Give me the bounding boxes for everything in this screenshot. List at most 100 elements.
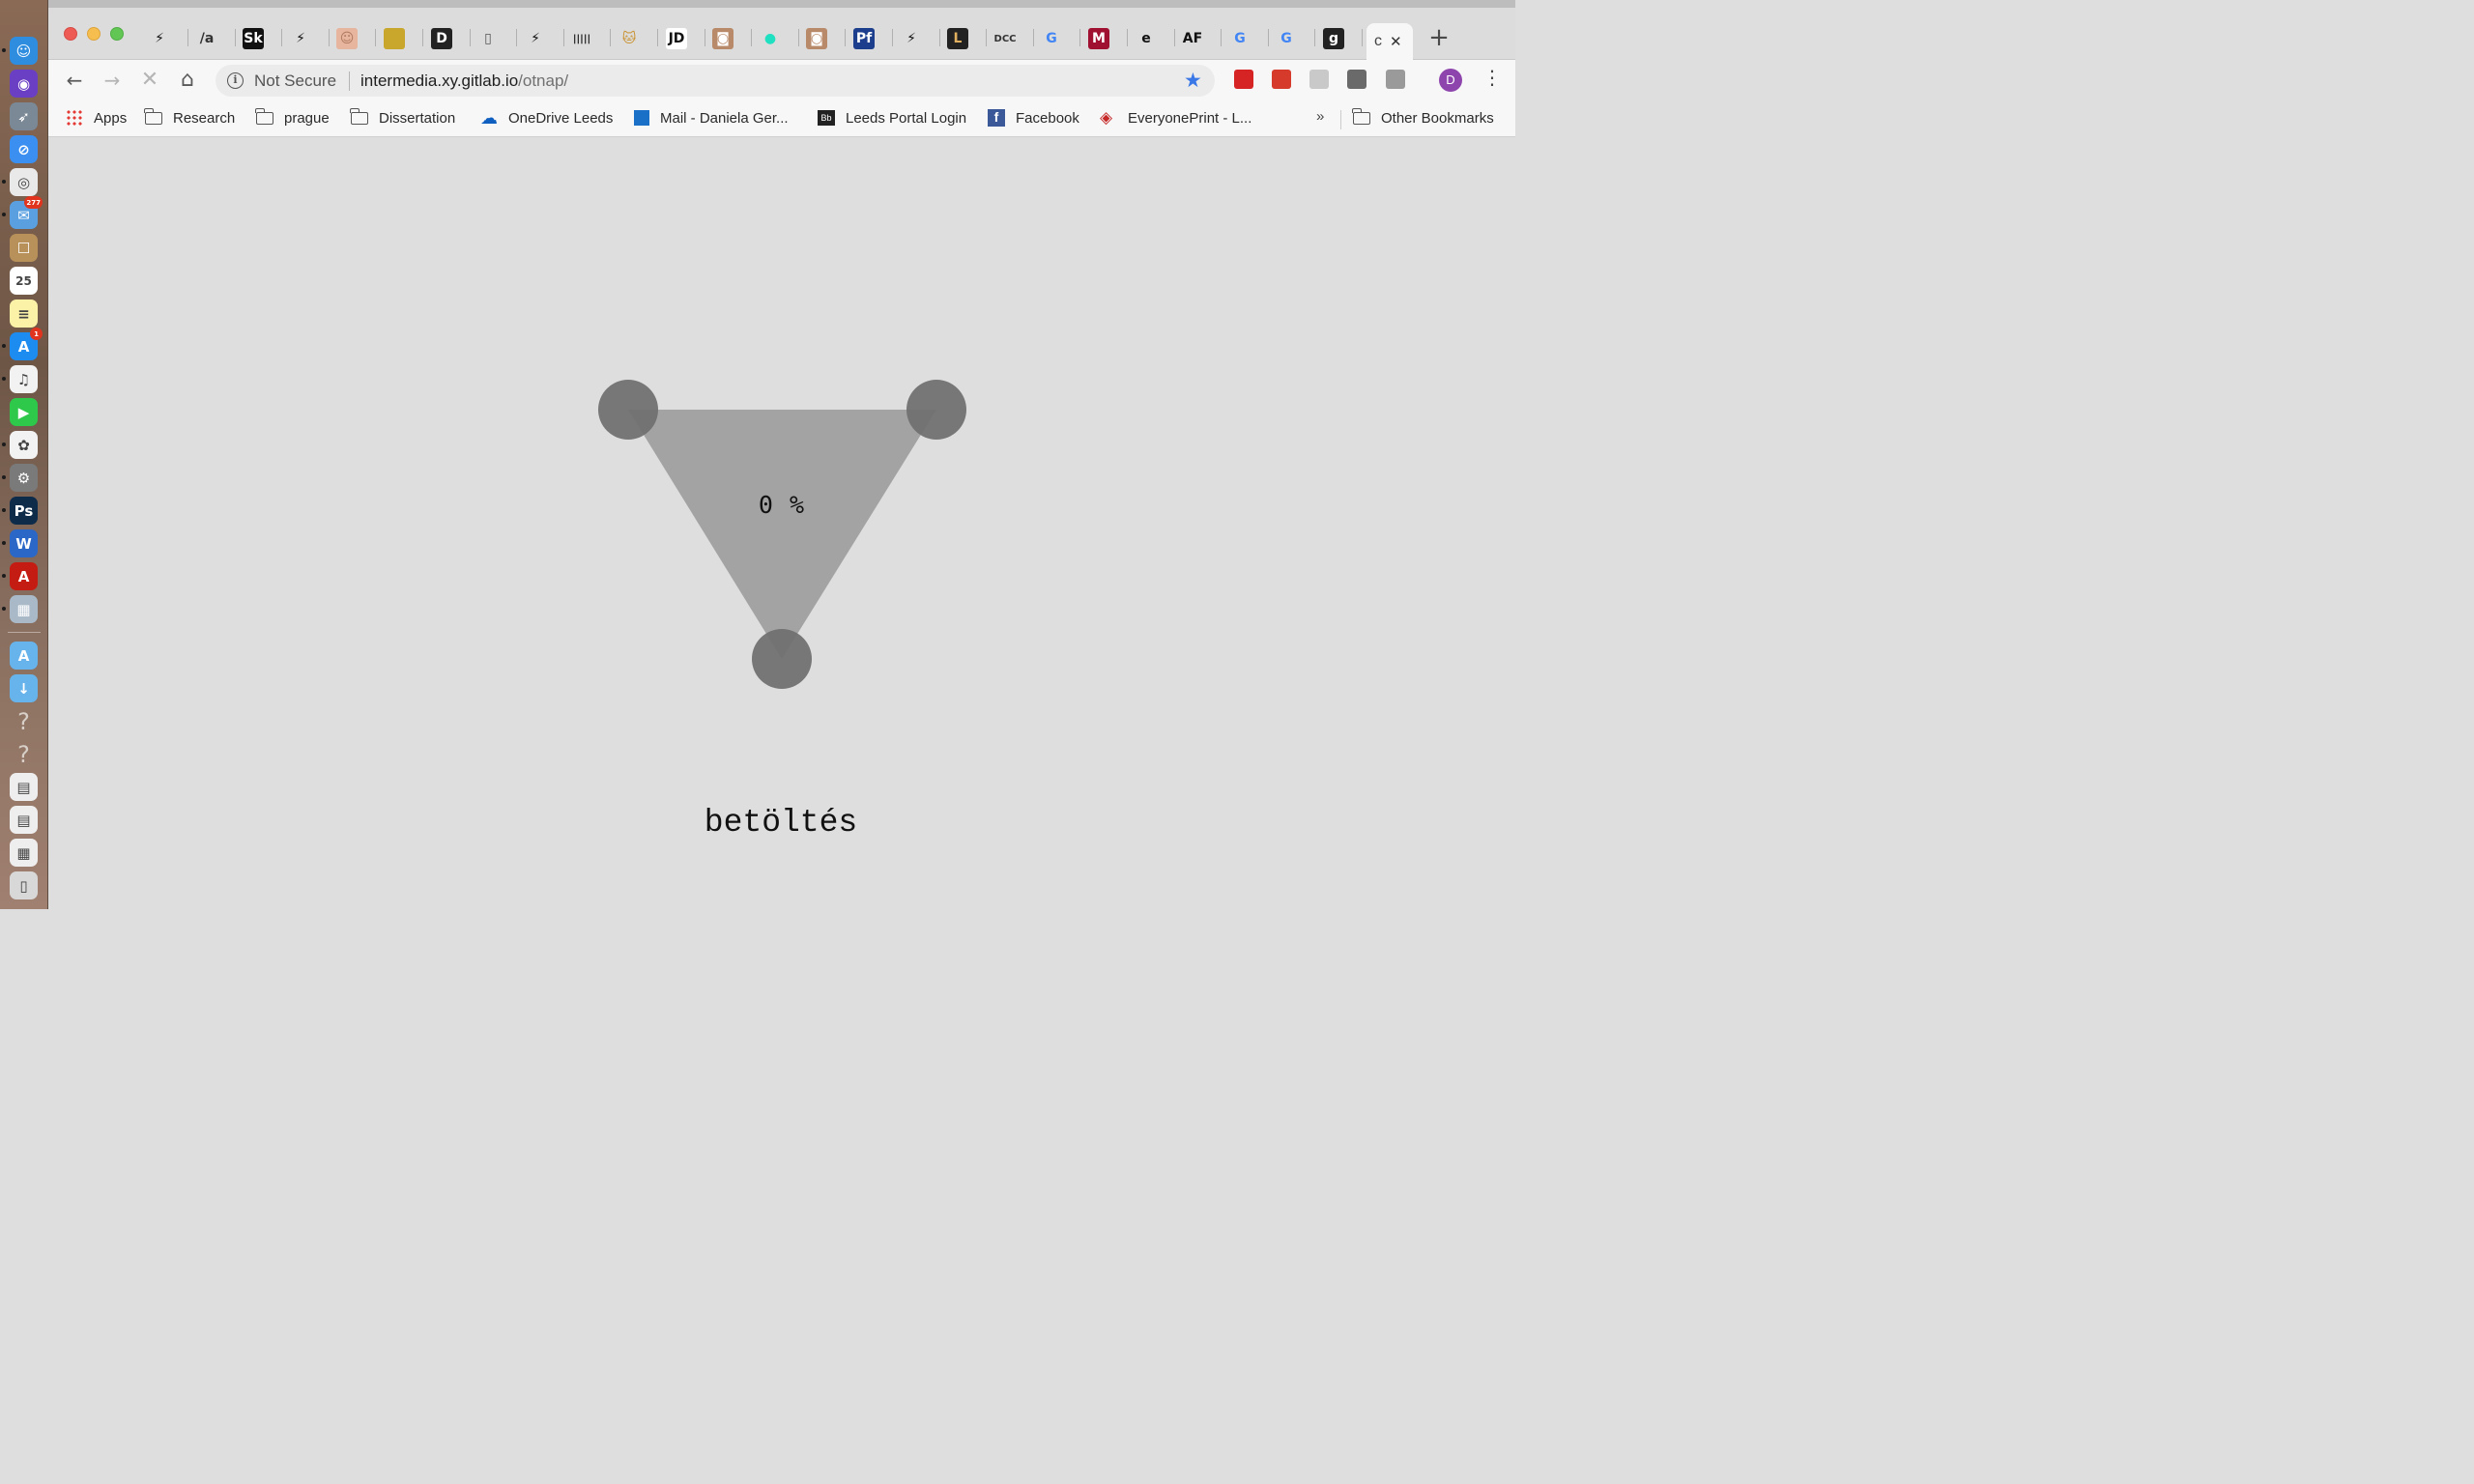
screenshot-extension-icon[interactable] xyxy=(1347,70,1366,89)
tab-af-favicon: AF xyxy=(1182,31,1203,46)
document-stack-icon-1-glyph: ▤ xyxy=(16,778,31,796)
tab-jd[interactable]: JD xyxy=(660,25,706,52)
bookmark-onedrive-leeds[interactable]: ☁ OneDrive Leeds xyxy=(480,108,613,128)
photos-icon[interactable]: ✿ xyxy=(10,431,38,459)
new-tab-button[interactable]: + xyxy=(1428,25,1450,50)
bookmark-dissertation[interactable]: Dissertation xyxy=(350,107,455,128)
minimize-window-button[interactable] xyxy=(87,27,101,41)
document-stack-icon-2[interactable]: ▤ xyxy=(10,806,38,834)
bookmark-apps[interactable]: Apps xyxy=(66,108,127,128)
tab-d-favicon: D xyxy=(431,28,452,49)
tab-bolt-3[interactable]: ⚡ xyxy=(519,25,565,52)
finder-icon-glyph: ☺ xyxy=(15,42,32,60)
tab-google-1[interactable]: G xyxy=(1035,25,1081,52)
photoshop-icon[interactable]: Ps xyxy=(10,497,38,525)
applications-folder-icon[interactable]: A xyxy=(10,642,38,670)
close-window-button[interactable] xyxy=(64,27,77,41)
tab-slash-a[interactable]: /a xyxy=(190,25,237,52)
bookmark-prague[interactable]: prague xyxy=(255,107,330,128)
bookmark-star-icon[interactable]: ★ xyxy=(1184,69,1202,92)
profile-avatar[interactable]: D xyxy=(1439,69,1462,92)
launchpad-icon[interactable]: ➶ xyxy=(10,102,38,130)
app-store-icon[interactable]: A1 xyxy=(10,328,43,360)
preview-icon-glyph: ▦ xyxy=(16,600,31,618)
bookmark-leeds-portal[interactable]: Bb Leeds Portal Login xyxy=(818,108,966,128)
tab-active[interactable]: c ✕ xyxy=(1366,23,1413,60)
stop-loading-button[interactable]: ✕ xyxy=(137,68,162,93)
word-icon[interactable]: W xyxy=(10,529,38,557)
tab-bolt-1[interactable]: ⚡ xyxy=(143,25,189,52)
document-stack-icon-1[interactable]: ▤ xyxy=(10,773,38,801)
document-stack-icon-2-glyph: ▤ xyxy=(16,811,31,829)
tab-l[interactable]: L xyxy=(941,25,988,52)
contacts-icon[interactable]: ☐ xyxy=(10,234,38,262)
comment-extension-icon[interactable] xyxy=(1309,70,1329,89)
tab-separator xyxy=(751,29,752,46)
home-button[interactable]: ⌂ xyxy=(175,68,200,93)
bookmark-extension-icon[interactable] xyxy=(1272,70,1291,89)
tab-bolt-2[interactable]: ⚡ xyxy=(284,25,331,52)
safari-icon[interactable]: ⊘ xyxy=(10,135,38,163)
tab-teal-dot[interactable]: ● xyxy=(754,25,800,52)
forward-button[interactable]: → xyxy=(100,68,125,93)
tab-face[interactable]: ☺ xyxy=(331,25,377,52)
maximize-window-button[interactable] xyxy=(110,27,124,41)
tab-e[interactable]: e xyxy=(1130,25,1176,52)
tab-sk[interactable]: Sk xyxy=(237,25,283,52)
tab-g-dark[interactable]: g xyxy=(1317,25,1364,52)
other-bookmarks-label: Other Bookmarks xyxy=(1381,109,1494,127)
preview-icon[interactable]: ▦ xyxy=(10,595,38,623)
tab-google-2[interactable]: G xyxy=(1223,25,1270,52)
folder-icon xyxy=(144,107,162,125)
tab-photo-2[interactable]: ◙ xyxy=(800,25,847,52)
trash-icon[interactable]: ▯ xyxy=(10,871,38,899)
unknown-app-icon-2[interactable]: ? xyxy=(10,740,38,768)
bookmark-facebook-label: Facebook xyxy=(1016,109,1079,127)
unknown-app-icon-1[interactable]: ? xyxy=(10,707,38,735)
other-bookmarks-folder[interactable]: Other Bookmarks xyxy=(1352,107,1494,128)
tab-af[interactable]: AF xyxy=(1176,25,1223,52)
calendar-icon[interactable]: 25 xyxy=(10,267,38,295)
back-button[interactable]: ← xyxy=(62,68,87,93)
calendar-icon-glyph: 25 xyxy=(15,273,32,288)
adblock-extension-icon[interactable] xyxy=(1234,70,1253,89)
tab-photo-1[interactable]: ◙ xyxy=(706,25,753,52)
tab-barcode[interactable]: ||||| xyxy=(565,25,612,52)
tab-dcc[interactable]: DCC xyxy=(989,25,1035,52)
tab-google-3[interactable]: G xyxy=(1270,25,1316,52)
document-stack-icon-3[interactable]: ▦ xyxy=(10,839,38,867)
facebook-extension-icon[interactable] xyxy=(1386,70,1405,89)
tab-cat[interactable]: 🐱 xyxy=(613,25,659,52)
chrome-icon[interactable]: ◎ xyxy=(10,168,38,196)
unknown-app-icon-2-glyph: ? xyxy=(17,740,30,768)
bookmark-research[interactable]: Research xyxy=(144,107,235,128)
close-tab-icon[interactable]: ✕ xyxy=(1390,33,1402,50)
url-text[interactable]: intermedia.xy.gitlab.io/otnap/ xyxy=(360,71,568,91)
finder-icon[interactable]: ☺ xyxy=(10,37,38,65)
bookmark-everyoneprint[interactable]: ◈ EveryonePrint - L... xyxy=(1100,108,1251,128)
browser-menu-icon[interactable]: ⋮ xyxy=(1482,66,1502,89)
tab-gold-favicon xyxy=(384,28,405,49)
bookmarks-overflow-button[interactable]: » xyxy=(1316,108,1324,125)
tab-bolt-1-favicon: ⚡ xyxy=(155,31,164,46)
bookmark-mail[interactable]: Mail - Daniela Ger... xyxy=(634,108,789,128)
system-preferences-icon[interactable]: ⚙ xyxy=(10,464,38,492)
tab-doc[interactable]: ▯ xyxy=(472,25,518,52)
tab-separator xyxy=(375,29,376,46)
acrobat-icon[interactable]: A xyxy=(10,562,38,590)
info-icon[interactable]: i xyxy=(227,72,244,89)
tab-m[interactable]: M xyxy=(1082,25,1129,52)
address-bar[interactable]: i Not Secure intermedia.xy.gitlab.io/otn… xyxy=(216,65,1215,97)
siri-icon[interactable]: ◉ xyxy=(10,70,38,98)
tab-gold[interactable] xyxy=(378,25,424,52)
tab-bolt-4[interactable]: ⚡ xyxy=(895,25,941,52)
downloads-folder-icon[interactable]: ↓ xyxy=(10,674,38,702)
bookmark-facebook[interactable]: f Facebook xyxy=(988,108,1079,128)
security-label[interactable]: Not Secure xyxy=(254,71,336,91)
facetime-icon[interactable]: ▶ xyxy=(10,398,38,426)
itunes-icon[interactable]: ♫ xyxy=(10,365,38,393)
tab-pf[interactable]: Pf xyxy=(848,25,894,52)
notes-icon[interactable]: ≡ xyxy=(10,300,38,328)
tab-d[interactable]: D xyxy=(425,25,472,52)
mail-icon[interactable]: ✉ 277 xyxy=(10,196,43,229)
